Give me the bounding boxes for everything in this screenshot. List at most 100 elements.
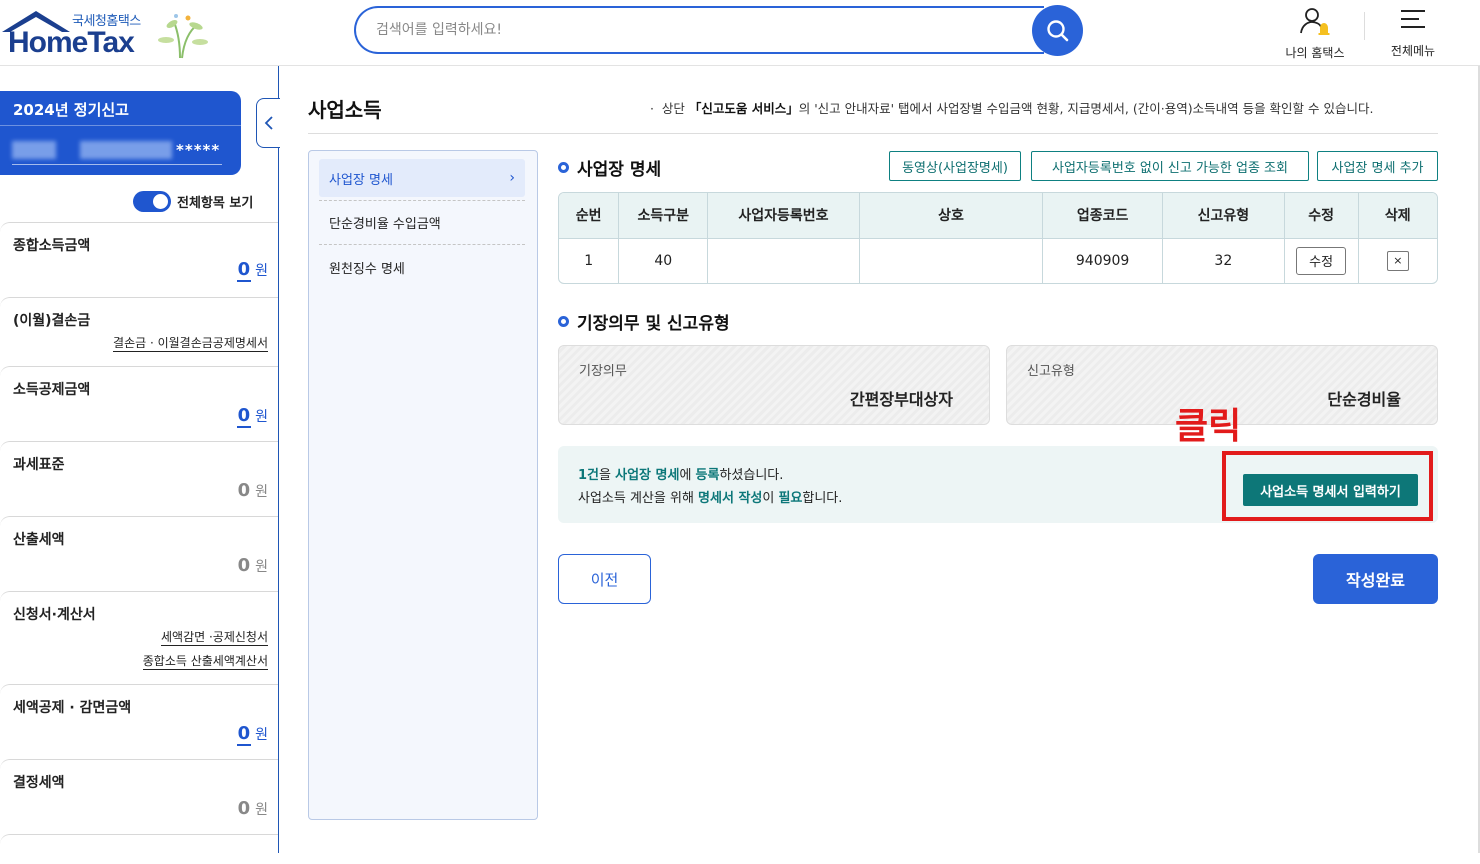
enter-business-income-statement-button[interactable]: 사업소득 명세서 입력하기 [1243, 474, 1418, 506]
notice-text: 이 [762, 491, 779, 506]
table-header-row: 순번 소득구분 사업자등록번호 상호 업종코드 신고유형 수정 삭제 [559, 193, 1437, 239]
sidebar-item-application[interactable]: 신청서·계산서 세액감면 ·공제신청서 종합소득 산출세액계산서 [0, 591, 278, 684]
subnav-label: 단순경비율 수입금액 [329, 216, 441, 232]
note-suffix: 의 '신고 안내자료' 탭에서 사업장별 수입금액 현황, 지급명세서, (간이… [798, 101, 1374, 116]
user-bell-icon [1300, 8, 1330, 35]
notice-highlight: 명세서 작성 [698, 491, 763, 506]
column-header: 상호 [859, 193, 1044, 239]
page-title: 사업소득 [308, 98, 382, 122]
sidebar-item-title: 종합소득금액 [13, 238, 91, 254]
sub-navigation: 사업장 명세 › 단순경비율 수입금액 원천징수 명세 [308, 150, 538, 820]
amount-value: 0 [237, 480, 251, 501]
column-header: 수정 [1284, 193, 1359, 239]
hometax-logo[interactable]: 국세청홈택스 HomeTax [0, 6, 215, 61]
tax-reduction-application-link[interactable]: 세액감면 ·공제신청서 [161, 628, 268, 646]
my-hometax-button[interactable]: 나의 홈택스 [1278, 6, 1352, 61]
notice-highlight: 등록 [695, 468, 720, 483]
amount-unit: 원 [255, 802, 268, 818]
sidebar-collapse-button[interactable] [256, 98, 280, 148]
add-business-place-button[interactable]: 사업장 명세 추가 [1317, 151, 1438, 181]
chevron-right-icon: › [509, 170, 515, 186]
sidebar-item-amount: 0원 [236, 405, 268, 428]
report-type-value: 단순경비율 [1327, 390, 1401, 409]
sidebar-item-amount: 0원 [237, 555, 268, 576]
subnav-separator [319, 200, 525, 201]
sidebar-item-title: 산출세액 [13, 532, 65, 548]
delete-row-button[interactable]: × [1386, 250, 1409, 271]
sidebar-item-title: 세액공제 · 감면금액 [13, 700, 132, 716]
amount-value: 0 [237, 798, 251, 819]
left-sidebar: 2024년 정기신고 ***** 전체항목 보기 종합소득금액 0원 (이월)결… [0, 66, 280, 853]
note-prefix: 상단 [661, 101, 689, 116]
edit-row-button[interactable]: 수정 [1296, 246, 1347, 275]
cell-edit: 수정 [1284, 238, 1359, 283]
masked-user-id: ***** [176, 141, 221, 159]
subnav-item-simple-expense[interactable]: 단순경비율 수입금액 [319, 203, 525, 241]
sidebar-item-tax-base[interactable]: 과세표준 0원 [0, 441, 278, 516]
cell-report-type: 32 [1162, 238, 1285, 283]
title-divider [308, 133, 1438, 134]
sidebar-item-next[interactable] [0, 834, 278, 864]
page-note: · 상단 「신고도움 서비스」의 '신고 안내자료' 탭에서 사업장별 수입금액… [650, 98, 1373, 117]
masked-name-blur [12, 141, 56, 159]
sidebar-item-amount: 0원 [236, 259, 268, 282]
amount-value: 0 [237, 555, 251, 576]
sidebar-item-income-deduction[interactable]: 소득공제금액 0원 [0, 366, 278, 441]
search-input[interactable] [356, 8, 1044, 52]
video-guide-button[interactable]: 동영상(사업장명세) [889, 151, 1021, 181]
sidebar-item-amount: 0원 [237, 480, 268, 501]
sidebar-item-loss[interactable]: (이월)결손금 결손금 · 이월결손금공제명세서 [0, 297, 278, 366]
bookkeeping-label: 기장의무 [579, 364, 627, 379]
year-card-underline [12, 164, 222, 165]
sidebar-item-total-income[interactable]: 종합소득금액 0원 [0, 222, 278, 297]
loss-statement-link[interactable]: 결손금 · 이월결손금공제명세서 [113, 334, 268, 352]
sidebar-item-amount: 0원 [237, 798, 268, 819]
column-header: 사업자등록번호 [707, 193, 860, 239]
notice-text: 합니다. [802, 491, 843, 506]
section-business-place-title: 사업장 명세 [558, 155, 661, 180]
year-card: 2024년 정기신고 ***** [0, 91, 241, 175]
sidebar-item-amount: 0원 [236, 723, 268, 746]
cell-biz-no [707, 238, 860, 283]
bookkeeping-value: 간편장부대상자 [849, 390, 953, 409]
column-header: 소득구분 [618, 193, 709, 239]
header-separator [1364, 12, 1365, 40]
click-annotation: 클릭 [1175, 406, 1242, 447]
show-all-toggle-row: 전체항목 보기 [133, 191, 253, 212]
subnav-item-withholding[interactable]: 원천징수 명세 [319, 248, 525, 286]
year-title: 2024년 정기신고 [13, 101, 129, 119]
sidebar-item-tax-credit[interactable]: 세액공제 · 감면금액 0원 [0, 684, 278, 759]
show-all-toggle[interactable] [133, 191, 171, 212]
amount-value[interactable]: 0 [236, 259, 252, 282]
cell-income-type: 40 [618, 238, 709, 283]
notice-text: 을 [599, 468, 616, 483]
note-bold: 「신고도움 서비스」 [688, 101, 799, 116]
amount-unit: 원 [255, 727, 268, 743]
notice-line-1: 1건을 사업장 명세에 등록하셨습니다. [578, 464, 783, 483]
notice-count: 1건 [578, 468, 600, 483]
sidebar-item-determined-tax[interactable]: 결정세액 0원 [0, 759, 278, 834]
tax-calculation-statement-link[interactable]: 종합소득 산출세액계산서 [142, 652, 268, 670]
table-row: 1 40 940909 32 수정 × [559, 238, 1437, 283]
amount-value[interactable]: 0 [236, 405, 252, 428]
amount-unit: 원 [255, 484, 268, 500]
cell-name [859, 238, 1044, 283]
previous-button[interactable]: 이전 [558, 554, 651, 604]
amount-unit: 원 [255, 263, 268, 279]
column-header: 삭제 [1358, 193, 1437, 239]
subnav-item-business-place[interactable]: 사업장 명세 › [319, 159, 525, 197]
cell-industry-code: 940909 [1042, 238, 1163, 283]
sidebar-item-title: 결정세액 [13, 775, 65, 791]
chevron-left-icon [264, 116, 273, 130]
complete-button[interactable]: 작성완료 [1313, 554, 1438, 604]
search-box [354, 6, 1044, 54]
sidebar-item-calculated-tax[interactable]: 산출세액 0원 [0, 516, 278, 591]
all-menu-button[interactable]: 전체메뉴 [1382, 6, 1444, 59]
section-bookkeeping-title: 기장의무 및 신고유형 [558, 309, 730, 334]
industry-lookup-button[interactable]: 사업자등록번호 없이 신고 가능한 업종 조회 [1031, 151, 1309, 181]
amount-value[interactable]: 0 [236, 723, 252, 746]
masked-id-blur [80, 141, 172, 159]
search-button[interactable] [1032, 5, 1083, 56]
section-dot-icon [558, 316, 569, 327]
cell-seq: 1 [559, 238, 620, 283]
